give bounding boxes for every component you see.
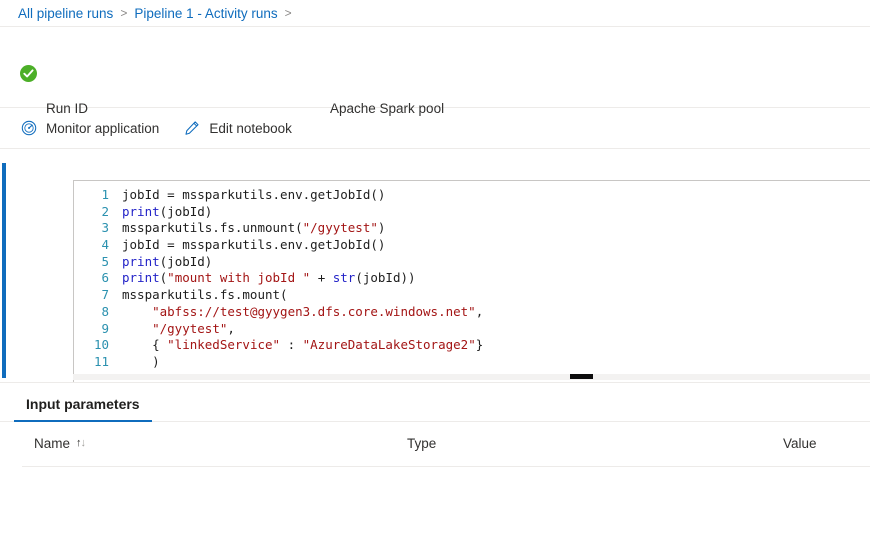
code-line-number: 2 [74, 204, 122, 221]
code-line-number: 10 [74, 337, 122, 354]
activity-run-details-page: All pipeline runs > Pipeline 1 - Activit… [0, 0, 870, 538]
edit-notebook-label: Edit notebook [209, 121, 292, 136]
column-header-value: Value [783, 436, 817, 451]
code-line: 9 "/gyytest", [74, 321, 870, 338]
code-line: 7mssparkutils.fs.mount( [74, 287, 870, 304]
code-line: 1jobId = mssparkutils.env.getJobId() [74, 187, 870, 204]
run-meta-row: Run ID Apache Spark pool [0, 101, 870, 121]
code-line-number: 3 [74, 220, 122, 237]
code-horizontal-scrollbar-thumb[interactable] [570, 374, 593, 379]
gauge-icon [20, 120, 37, 137]
breadcrumb-item-pipeline-activity-runs[interactable]: Pipeline 1 - Activity runs [134, 6, 277, 21]
column-header-type: Type [407, 436, 436, 451]
column-header-type-label: Type [407, 436, 436, 451]
check-circle-icon [20, 65, 37, 82]
code-line-text: mssparkutils.fs.unmount("/gyytest") [122, 220, 385, 237]
breadcrumb-separator-icon: > [120, 6, 127, 20]
code-line-number: 11 [74, 354, 122, 371]
tab-input-parameters[interactable]: Input parameters [14, 396, 152, 421]
code-line-number: 1 [74, 187, 122, 204]
code-horizontal-scrollbar[interactable] [73, 374, 870, 380]
column-header-value-label: Value [783, 436, 817, 451]
code-line: 8 "abfss://test@gyygen3.dfs.core.windows… [74, 304, 870, 321]
code-line-text: "/gyytest", [122, 321, 235, 338]
code-line: 5print(jobId) [74, 254, 870, 271]
breadcrumb-separator-icon-2: > [285, 6, 292, 20]
code-line-text: jobId = mssparkutils.env.getJobId() [122, 187, 385, 204]
input-parameters-pane: Input parameters Name ↑↓ Type Value [0, 382, 870, 540]
code-editor[interactable]: 1jobId = mssparkutils.env.getJobId()2pri… [74, 181, 870, 371]
notebook-preview: 1jobId = mssparkutils.env.getJobId()2pri… [0, 149, 870, 382]
active-cell-marker [2, 163, 6, 378]
code-line: 10 { "linkedService" : "AzureDataLakeSto… [74, 337, 870, 354]
code-cell[interactable]: 1jobId = mssparkutils.env.getJobId()2pri… [73, 180, 870, 382]
code-line-text: print(jobId) [122, 204, 212, 221]
apache-spark-pool-label: Apache Spark pool [330, 101, 444, 116]
code-line-number: 4 [74, 237, 122, 254]
code-line: 6print("mount with jobId " + str(jobId)) [74, 270, 870, 287]
code-line-number: 7 [74, 287, 122, 304]
column-header-name[interactable]: Name ↑↓ [34, 436, 85, 451]
sort-arrows-icon: ↑↓ [76, 438, 85, 449]
column-header-name-label: Name [34, 436, 70, 451]
code-line: 2print(jobId) [74, 204, 870, 221]
monitor-application-label: Monitor application [46, 121, 159, 136]
breadcrumb: All pipeline runs > Pipeline 1 - Activit… [0, 0, 870, 27]
parameters-table-header: Name ↑↓ Type Value [0, 422, 870, 466]
code-line-text: mssparkutils.fs.mount( [122, 287, 288, 304]
code-line-text: { "linkedService" : "AzureDataLakeStorag… [122, 337, 483, 354]
code-line-number: 5 [74, 254, 122, 271]
code-line: 4jobId = mssparkutils.env.getJobId() [74, 237, 870, 254]
run-id-label: Run ID [46, 101, 88, 116]
code-line-number: 6 [74, 270, 122, 287]
code-line-number: 9 [74, 321, 122, 338]
code-line: 3mssparkutils.fs.unmount("/gyytest") [74, 220, 870, 237]
code-line-number: 8 [74, 304, 122, 321]
code-line-text: "abfss://test@gyygen3.dfs.core.windows.n… [122, 304, 483, 321]
code-line-text: print(jobId) [122, 254, 212, 271]
breadcrumb-item-all-pipeline-runs[interactable]: All pipeline runs [18, 6, 113, 21]
table-header-divider [22, 466, 870, 467]
code-line-text: jobId = mssparkutils.env.getJobId() [122, 237, 385, 254]
pencil-icon [183, 120, 200, 137]
code-line: 11 ) [74, 354, 870, 371]
run-header: Run ID Apache Spark pool [0, 27, 870, 108]
code-line-text: print("mount with jobId " + str(jobId)) [122, 270, 416, 287]
code-line-text: ) [122, 354, 160, 371]
pane-tabs: Input parameters [0, 383, 870, 422]
